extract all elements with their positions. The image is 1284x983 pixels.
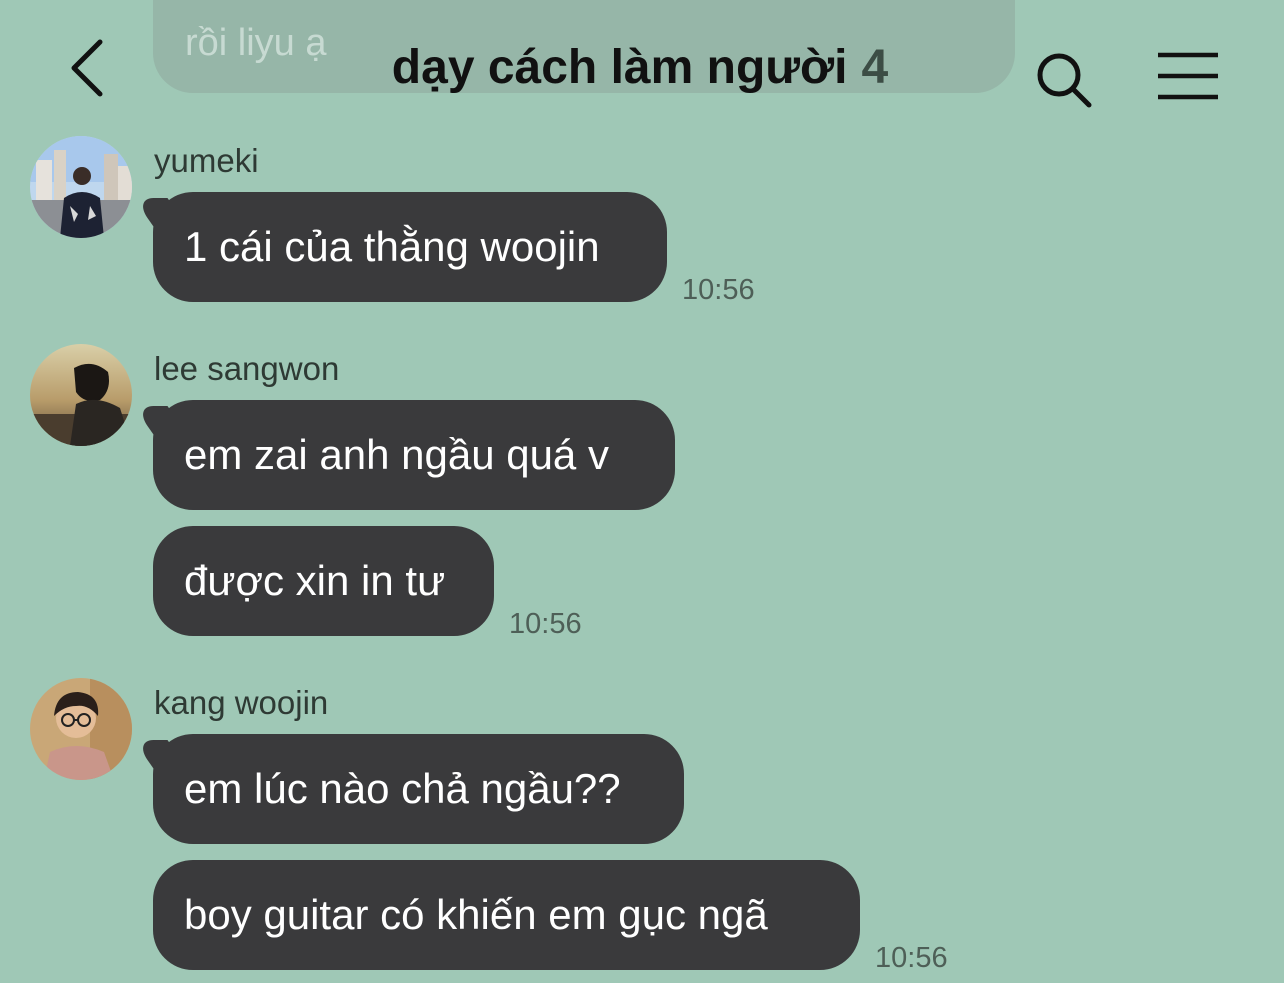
hamburger-menu-icon (1158, 52, 1218, 100)
member-count: 4 (861, 41, 889, 94)
message-bubble[interactable]: được xin in tư (153, 526, 494, 636)
message-time: 10:56 (509, 608, 582, 640)
back-button[interactable] (62, 36, 118, 100)
avatar-kang-woojin-image (30, 678, 132, 780)
sender-name: kang woojin (154, 684, 329, 721)
message-bubble[interactable]: 1 cái của thằng woojin (153, 192, 667, 302)
search-button[interactable] (1034, 50, 1094, 110)
message-text: em zai anh ngầu quá v (184, 431, 609, 478)
menu-button[interactable] (1156, 50, 1220, 102)
avatar-lee-sangwon-image (30, 344, 132, 446)
chat-title: dạy cách làm người 4 (340, 40, 940, 95)
chevron-left-icon (71, 39, 103, 97)
message-text: 1 cái của thằng woojin (184, 223, 600, 270)
avatar-yumeki-image (30, 136, 132, 238)
search-icon (1037, 53, 1092, 108)
message-time: 10:56 (682, 274, 755, 306)
sender-name: lee sangwon (154, 350, 340, 387)
message-bubble[interactable]: boy guitar có khiến em gục ngã (153, 860, 860, 970)
message-text: được xin in tư (184, 557, 446, 604)
previous-message-text: rồi liyu ạ (185, 22, 327, 64)
message-bubble[interactable]: em zai anh ngầu quá v (153, 400, 675, 510)
avatar-kang-woojin[interactable] (30, 678, 132, 780)
message-text: em lúc nào chả ngầu?? (184, 765, 621, 812)
message-text: boy guitar có khiến em gục ngã (184, 891, 768, 938)
sender-name: yumeki (154, 142, 259, 179)
avatar-yumeki[interactable] (30, 136, 132, 238)
chat-name: dạy cách làm người (391, 41, 848, 94)
message-bubble[interactable]: em lúc nào chả ngầu?? (153, 734, 684, 844)
avatar-lee-sangwon[interactable] (30, 344, 132, 446)
message-time: 10:56 (875, 942, 948, 974)
